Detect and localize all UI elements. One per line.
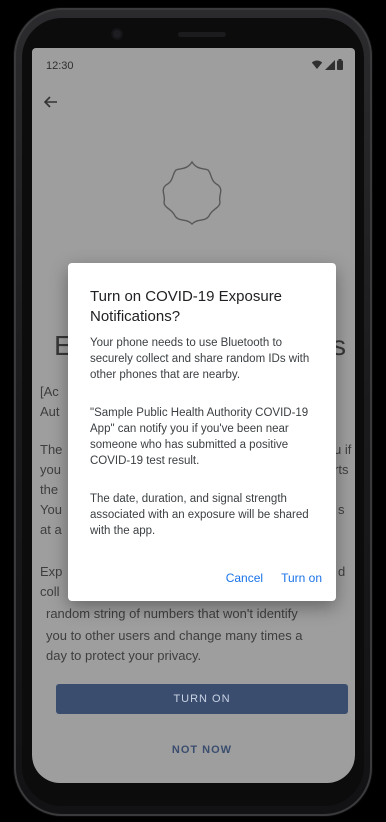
bg-text-line: [Ac: [40, 384, 59, 399]
turn-on-button[interactable]: TURN ON: [56, 684, 348, 714]
bg-text-line: You: [40, 502, 62, 517]
bg-text-line: you: [40, 462, 61, 477]
cancel-button[interactable]: Cancel: [226, 571, 263, 585]
dialog-paragraph-notify: "Sample Public Health Authority COVID-19…: [90, 407, 309, 467]
status-icons: [311, 59, 343, 73]
earpiece-speaker: [178, 32, 226, 37]
bg-text-line: d: [338, 564, 346, 579]
bg-text-line: coll: [40, 584, 60, 599]
phone-screen: 12:30 E s [Ac Aut The you the You at a u…: [32, 48, 355, 783]
bg-text-line: rts: [334, 462, 349, 477]
bg-text-line: random string of numbers that won't iden…: [46, 606, 298, 621]
not-now-button[interactable]: NOT NOW: [56, 738, 348, 762]
bg-text-line: the: [40, 482, 59, 497]
back-arrow-icon[interactable]: [42, 92, 66, 116]
turn-on-dialog-button[interactable]: Turn on: [281, 571, 322, 585]
dialog-title: Turn on COVID-19 Exposure Notifications?: [90, 288, 283, 325]
wifi-icon: [311, 60, 323, 73]
bg-text-line: day to protect your privacy.: [46, 648, 202, 663]
status-bar: 12:30: [32, 48, 355, 78]
bg-text-line: at a: [40, 522, 62, 537]
bg-text-line: Exp: [40, 564, 63, 579]
dialog-actions: Cancel Turn on: [226, 571, 322, 585]
permission-dialog: Turn on COVID-19 Exposure Notifications?…: [68, 263, 336, 601]
device-stage: 12:30 E s [Ac Aut The you the You at a u…: [0, 0, 386, 822]
status-time: 12:30: [46, 60, 74, 72]
battery-icon: [337, 59, 343, 73]
signal-icon: [325, 59, 335, 73]
dialog-paragraph-shared-data: The date, duration, and signal strength …: [90, 493, 309, 537]
bg-text-line: s: [338, 502, 345, 517]
dialog-paragraph-bluetooth: Your phone needs to use Bluetooth to sec…: [90, 337, 310, 381]
bg-text-line: Aut: [40, 404, 60, 419]
bg-text-line: The: [40, 442, 63, 457]
bg-text-line: you to other users and change many times…: [46, 628, 303, 643]
front-camera: [113, 30, 121, 38]
bg-text-line: u if: [334, 442, 352, 457]
notification-badge-icon: [156, 158, 228, 230]
